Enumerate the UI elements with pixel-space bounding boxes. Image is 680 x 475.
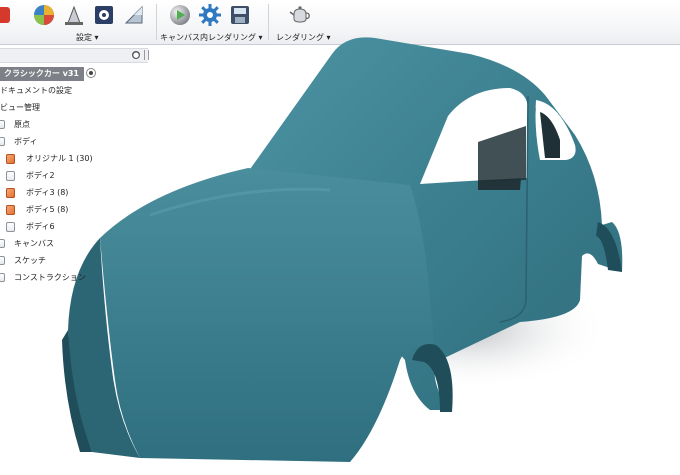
front-fender [100, 168, 436, 462]
visibility-checkbox-icon[interactable] [0, 273, 5, 282]
visibility-checkbox-icon[interactable] [0, 137, 5, 146]
tree-item-label: コンストラクション [14, 273, 86, 282]
tree-item-label: ビュー管理 [0, 103, 40, 112]
tree-item-label: ボディ5 (8) [26, 205, 69, 214]
tree-item-label: ボディ6 [26, 222, 55, 231]
hidden-body-icon[interactable] [6, 222, 15, 232]
tree-item-label: ドキュメントの設定 [0, 86, 72, 95]
tree-item-label: キャンバス [14, 239, 54, 248]
tree-item-label: ボディ [14, 137, 38, 146]
tree-item-label: ボディ2 [26, 171, 55, 180]
browser-collapse-icon[interactable]: ● [132, 51, 140, 59]
browser-panel-header: ● [0, 48, 149, 63]
solid-body-icon[interactable] [6, 188, 15, 198]
active-document-radio-icon[interactable] [86, 68, 96, 78]
tree-item-label: ボディ3 (8) [26, 188, 69, 197]
browser-root-document[interactable]: クラシックカー v31 [0, 67, 84, 81]
solid-body-icon[interactable] [6, 205, 15, 215]
tree-item-label: スケッチ [14, 256, 46, 265]
hidden-body-icon[interactable] [6, 171, 15, 181]
car-body-model[interactable] [0, 0, 680, 475]
tree-item-label: オリジナル 1 (30) [26, 154, 93, 163]
panel-resize-grip-icon[interactable] [144, 50, 149, 60]
solid-body-icon[interactable] [6, 154, 15, 164]
visibility-checkbox-icon[interactable] [0, 256, 5, 265]
visibility-checkbox-icon[interactable] [0, 120, 5, 129]
visibility-checkbox-icon[interactable] [0, 239, 5, 248]
tree-item-label: 原点 [14, 120, 30, 129]
